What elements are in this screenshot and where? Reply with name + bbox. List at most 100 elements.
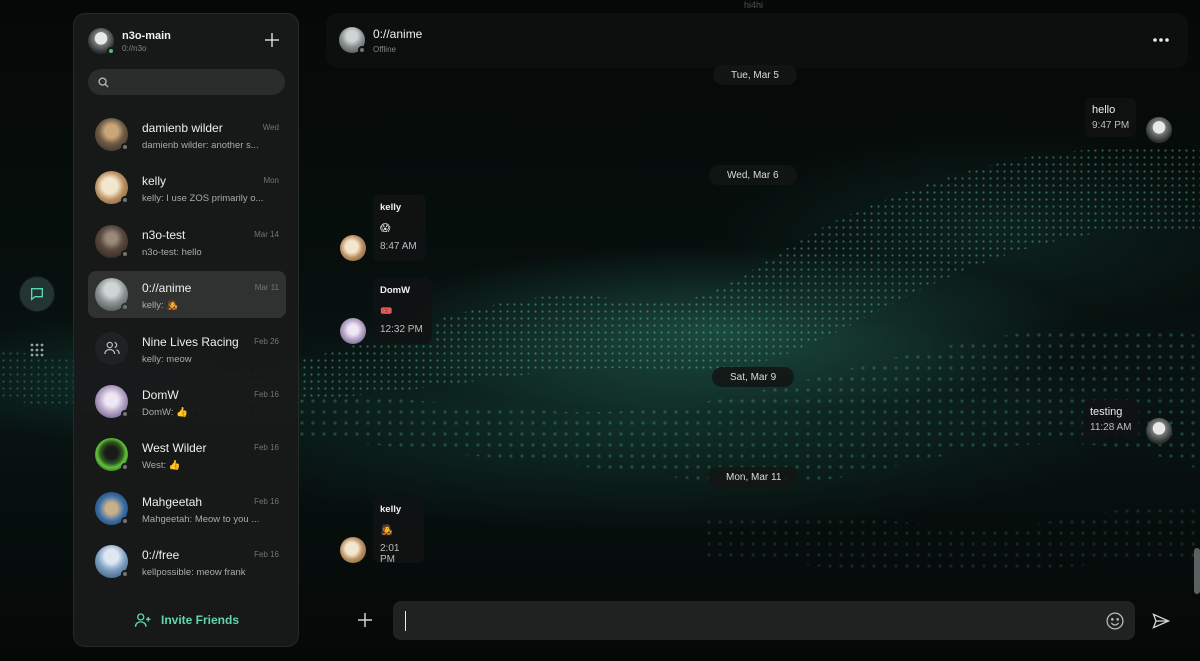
chat-title: 0://anime	[373, 27, 423, 41]
conversation-name: West Wilder	[142, 441, 207, 456]
conversation-item[interactable]: DomW Feb 16 DomW: 👍	[88, 378, 286, 425]
offline-status-dot	[121, 196, 129, 205]
apps-nav-button[interactable]	[20, 333, 54, 367]
conversation-date: Wed	[262, 123, 279, 132]
conversation-item[interactable]: n3o-test Mar 14 n3o-test: hello	[88, 218, 286, 265]
conversation-item[interactable]: damienb wilder Wed damienb wilder: anoth…	[88, 111, 286, 158]
message-input[interactable]	[405, 611, 1095, 631]
invite-friends-label: Invite Friends	[161, 613, 240, 627]
contact-avatar	[95, 224, 129, 258]
conversation-preview: kellpossible: meow frank	[142, 567, 246, 579]
search-input[interactable]	[117, 76, 267, 88]
contact-avatar	[95, 171, 129, 205]
scrollbar[interactable]	[1194, 548, 1200, 594]
message-bubble: kelly 🧑‍🎤 2:01 PM	[373, 497, 424, 565]
conversation-date: Feb 16	[254, 443, 279, 453]
contact-avatar	[95, 118, 129, 151]
new-conversation-plus-icon[interactable]	[264, 32, 280, 48]
message-time: 11:28 AM	[1090, 422, 1132, 433]
conversation-preview: n3o-test: hello	[142, 246, 202, 258]
users-icon	[103, 341, 120, 355]
message-time: 8:47 AM	[380, 241, 417, 252]
conversation-sidebar: n3o-main 0://n3o damienb wilder Wed dami…	[73, 13, 299, 647]
conversation-date: Feb 16	[254, 550, 279, 560]
message-sender: kelly	[380, 504, 402, 515]
sender-avatar	[340, 235, 366, 261]
offline-status-dot	[121, 463, 129, 472]
conversation-name: Mahgeetah	[142, 494, 203, 509]
date-divider: Mon, Mar 11	[708, 467, 800, 487]
online-status-dot	[107, 47, 115, 55]
search-bar[interactable]	[88, 69, 285, 95]
date-divider: Sat, Mar 9	[712, 367, 795, 387]
conversation-preview: West: 👍	[142, 460, 181, 472]
message-time: 9:47 PM	[1092, 120, 1130, 131]
attach-plus-icon[interactable]	[357, 612, 373, 628]
offline-status-dot	[121, 303, 129, 312]
conversation-preview: DomW: 👍	[142, 406, 188, 418]
conversation-name: Nine Lives Racing	[142, 334, 239, 349]
group-avatar	[95, 331, 128, 365]
offline-status-dot	[121, 570, 129, 579]
contact-avatar	[95, 545, 129, 579]
conversation-list: damienb wilder Wed damienb wilder: anoth…	[88, 111, 286, 592]
offline-status-dot	[121, 143, 129, 151]
add-user-icon	[134, 613, 151, 627]
conversation-date: Feb 26	[254, 336, 279, 346]
grid-icon	[30, 343, 44, 357]
conversation-name: damienb wilder	[142, 121, 223, 135]
chat-header: 0://anime Offline	[326, 13, 1188, 68]
message-bubble: kelly 😱 8:47 AM	[373, 195, 426, 261]
messages-nav-button[interactable]	[20, 277, 54, 311]
message-emoji: 🎟️	[380, 306, 393, 317]
contact-avatar	[95, 438, 129, 472]
partial-message-text: hi4hi	[744, 0, 764, 10]
conversation-name: kelly	[142, 174, 167, 189]
sender-avatar	[340, 318, 366, 344]
invite-friends-button[interactable]: Invite Friends	[134, 611, 239, 629]
search-icon	[98, 76, 109, 88]
conversation-item[interactable]: 0://free Feb 16 kellpossible: meow frank	[88, 538, 286, 585]
account-handle: 0://n3o	[122, 43, 147, 53]
account-avatar	[88, 28, 115, 55]
conversation-item[interactable]: Nine Lives Racing Feb 26 kelly: meow	[88, 325, 286, 372]
message-bubble: DomW 🎟️ 12:32 PM	[373, 278, 432, 344]
sender-avatar	[340, 537, 366, 563]
conversation-preview: kelly: 🧑‍🎤	[142, 300, 179, 312]
date-divider: Tue, Mar 5	[713, 65, 797, 85]
conversation-date: Mar 11	[254, 283, 279, 293]
contact-avatar	[95, 491, 129, 525]
conversation-item[interactable]: Mahgeetah Feb 16 Mahgeetah: Meow to you …	[88, 485, 286, 532]
own-avatar	[1146, 117, 1172, 143]
offline-status-dot	[121, 516, 129, 525]
message-sender: DomW	[380, 285, 411, 296]
message-composer	[393, 601, 1135, 640]
message-time: 12:32 PM	[380, 324, 423, 335]
offline-status-dot	[121, 409, 129, 418]
conversation-date: Mon	[263, 176, 279, 186]
conversation-preview: kelly: meow	[142, 353, 192, 365]
conversation-item-active[interactable]: 0://anime Mar 11 kelly: 🧑‍🎤	[88, 271, 286, 319]
account-switcher[interactable]: n3o-main 0://n3o	[88, 28, 171, 55]
conversation-preview: damienb wilder: another s...	[142, 140, 259, 151]
message-text: testing	[1090, 406, 1123, 418]
date-divider: Wed, Mar 6	[709, 165, 797, 185]
own-message-bubble: testing 11:28 AM	[1083, 400, 1139, 439]
emoji-picker-icon[interactable]	[1105, 611, 1125, 631]
conversation-preview: Mahgeetah: Meow to you ...	[142, 513, 260, 525]
send-icon[interactable]	[1151, 611, 1171, 631]
message-emoji: 😱	[380, 223, 391, 234]
more-options-icon[interactable]	[1152, 35, 1170, 45]
conversation-preview: kelly: I use ZOS primarily o...	[142, 193, 264, 205]
conversation-item[interactable]: kelly Mon kelly: I use ZOS primarily o..…	[88, 164, 286, 211]
conversation-date: Feb 16	[254, 496, 279, 506]
contact-avatar	[95, 278, 129, 312]
message-emoji: 🧑‍🎤	[380, 525, 393, 536]
own-message-bubble: hello 9:47 PM	[1085, 98, 1137, 137]
chat-status: Offline	[373, 45, 396, 54]
conversation-date: Mar 14	[254, 229, 279, 239]
contact-avatar	[95, 384, 129, 418]
message-sender: kelly	[380, 202, 402, 213]
conversation-item[interactable]: West Wilder Feb 16 West: 👍	[88, 431, 286, 478]
offline-status-dot	[121, 249, 129, 258]
